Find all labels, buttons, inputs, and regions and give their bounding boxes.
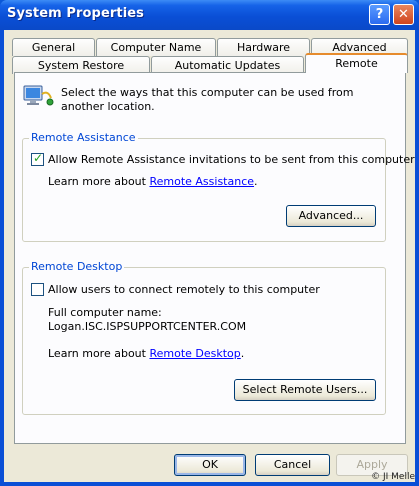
select-remote-users-button[interactable]: Select Remote Users... [234,379,376,401]
window-bottom-frame [0,482,419,486]
close-button[interactable]: ✕ [393,4,414,25]
tab-general[interactable]: General [12,38,95,56]
help-icon: ? [375,7,384,22]
full-computer-name-label: Full computer name: [48,306,162,319]
remote-assistance-checkbox[interactable]: ✓ [31,151,44,166]
copyright-text: © JI Melle [371,472,415,482]
tab-label: Computer Name [110,41,202,54]
remote-desktop-title: Remote Desktop [29,260,125,273]
full-computer-name-value: Logan.ISC.ISPSUPPORTCENTER.COM [48,320,247,333]
remote-desktop-checkbox-label[interactable]: Allow users to connect remotely to this … [48,283,320,296]
remote-assistance-learn-more: Learn more about Remote Assistance. [48,175,258,188]
intro-text: Select the ways that this computer can b… [61,86,354,113]
tab-label: Automatic Updates [174,59,281,72]
tab-label: Hardware [236,41,291,54]
system-properties-window: System Properties ? ✕ General Computer N… [0,0,419,486]
cancel-button[interactable]: Cancel [255,454,330,476]
learn-more-prefix: Learn more about [48,347,150,360]
remote-assistance-title: Remote Assistance [29,131,138,144]
close-icon: ✕ [398,7,409,22]
ok-button[interactable]: OK [174,454,246,476]
help-button[interactable]: ? [369,4,390,25]
learn-more-prefix: Learn more about [48,175,150,188]
remote-desktop-checkbox[interactable] [31,283,44,296]
title-bar[interactable]: System Properties ? ✕ [0,0,419,30]
tab-remote[interactable]: Remote [305,53,408,73]
remote-assistance-link[interactable]: Remote Assistance [149,175,254,188]
advanced-button[interactable]: Advanced... [286,205,376,227]
computer-network-icon [22,80,54,112]
tab-label: General [31,41,76,54]
remote-desktop-link[interactable]: Remote Desktop [149,347,240,360]
tab-computer-name[interactable]: Computer Name [96,38,216,56]
tab-hardware[interactable]: Hardware [217,38,310,56]
remote-desktop-learn-more: Learn more about Remote Desktop. [48,347,244,360]
learn-more-suffix: . [254,175,258,188]
remote-assistance-checkbox-label[interactable]: Allow Remote Assistance invitations to b… [48,153,415,166]
learn-more-suffix: . [240,347,245,360]
tab-label: Remote [335,57,378,70]
checkmark-icon: ✓ [33,151,44,165]
window-title: System Properties [7,6,145,21]
tab-label: System Restore [37,59,125,72]
